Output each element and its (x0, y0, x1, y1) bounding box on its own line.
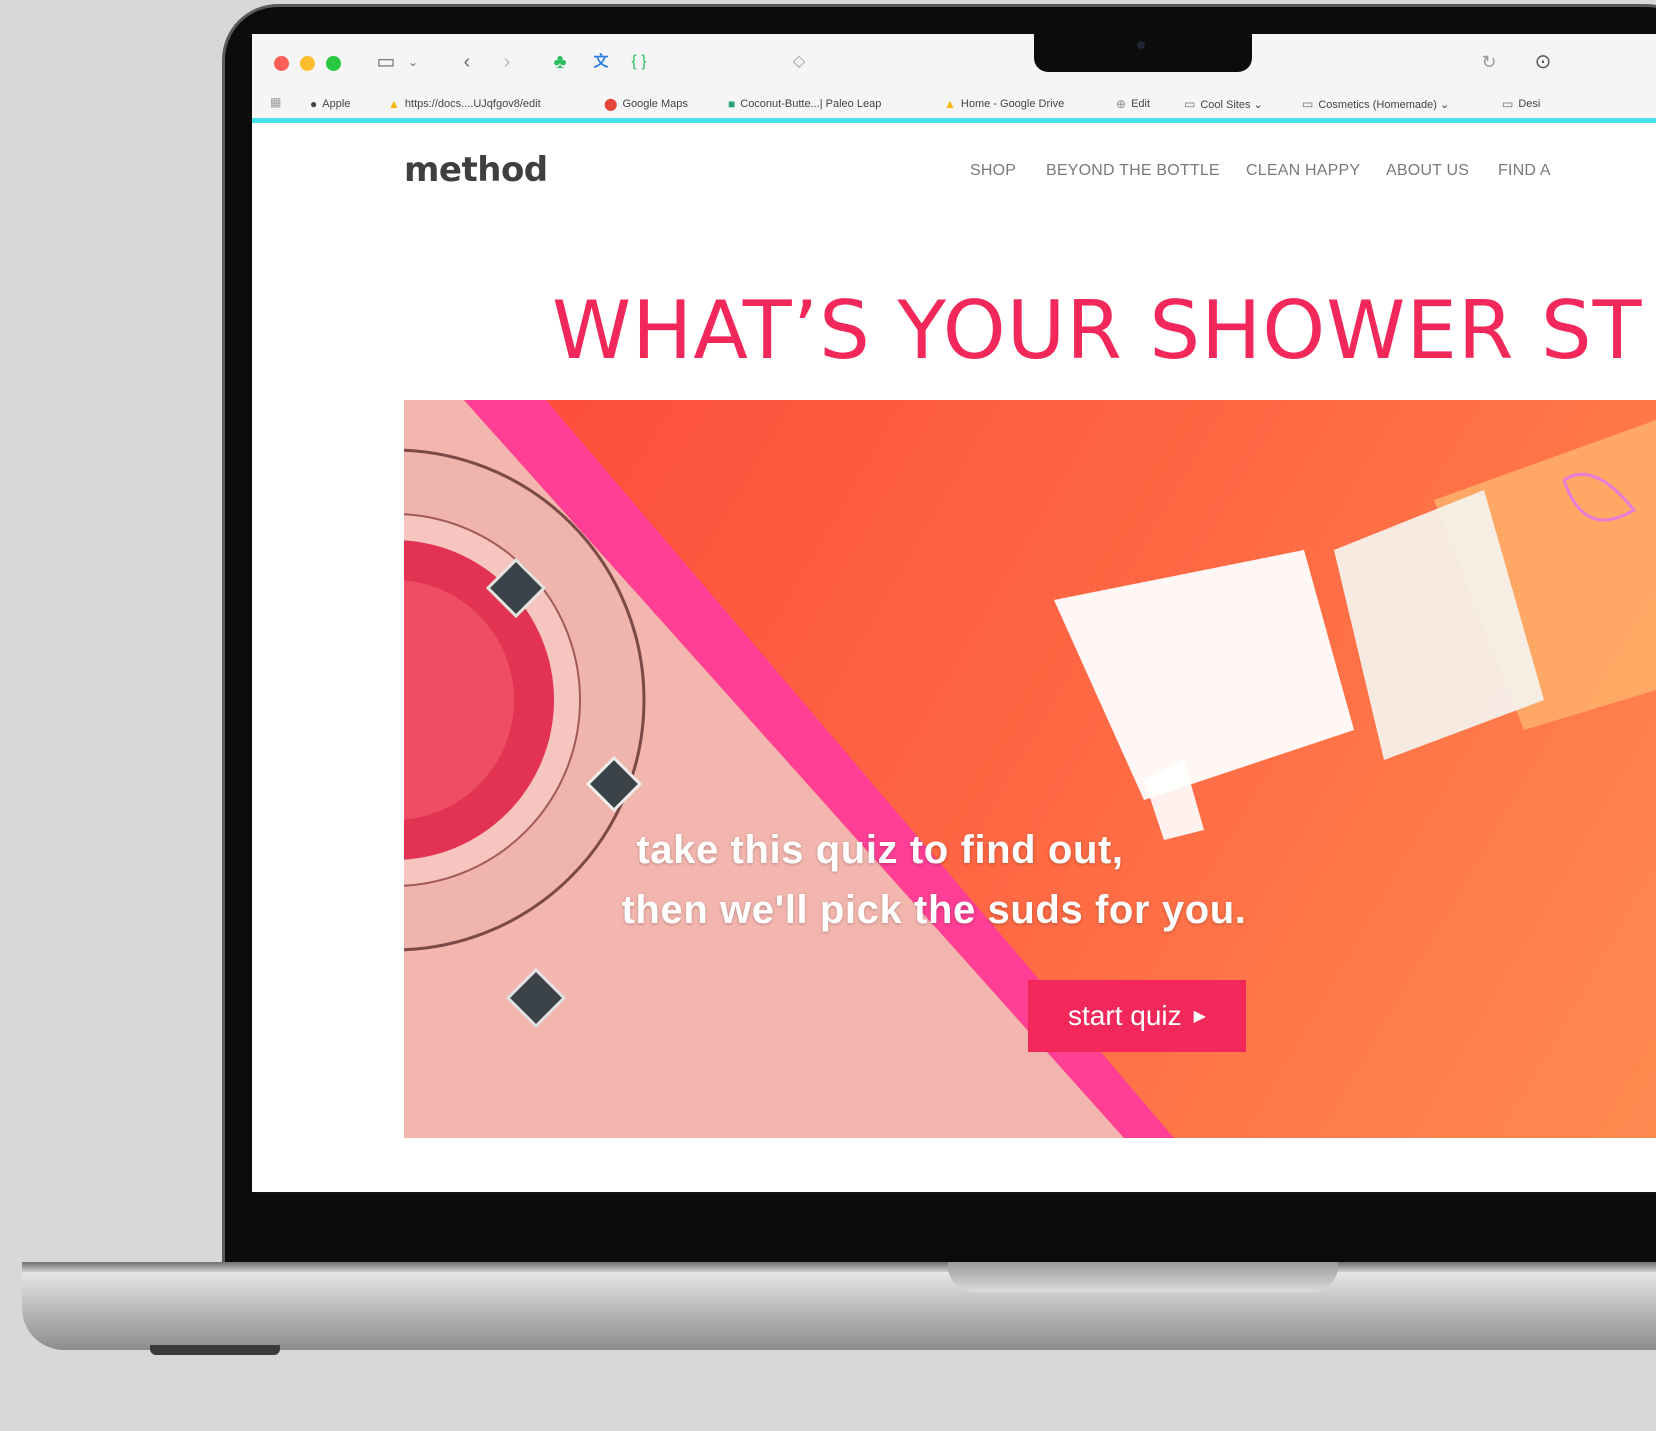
apple-icon: ● (310, 97, 318, 111)
page-headline: WHAT’S YOUR SHOWER ST (552, 284, 1643, 377)
method-logo[interactable]: method (404, 150, 548, 190)
laptop-screen: ▭ ⌄ ‹ › ♣ 文 { } ◇ ↻ ⊙ ▦ ● Apple ▲ https://… (252, 34, 1656, 1194)
globe-icon: ⊕ (1116, 97, 1127, 111)
folder-icon: ▭ (1502, 97, 1514, 111)
hero-tagline-line-2: then we'll pick the suds for you. (621, 888, 1247, 932)
bookmark-folder-cool-sites[interactable]: ▭ Cool Sites ⌄ (1184, 94, 1263, 114)
laptop-foot-left (150, 1345, 280, 1355)
page-accent-line (252, 118, 1656, 123)
nav-about-us[interactable]: ABOUT US (1386, 162, 1469, 180)
start-quiz-button[interactable]: start quiz ▶ (1028, 980, 1246, 1052)
start-quiz-label: start quiz (1068, 1000, 1182, 1031)
play-arrow-icon: ▶ (1193, 1008, 1206, 1025)
close-window-button[interactable] (274, 56, 289, 71)
bookmark-folder-design[interactable]: ▭ Desi (1502, 94, 1540, 114)
hero-tagline-line-1: take this quiz to find out, (636, 828, 1124, 872)
privacy-shield-icon[interactable]: ◇ (788, 49, 810, 75)
back-arrow-icon[interactable]: ‹ (456, 49, 478, 75)
google-drive-icon: ▲ (944, 97, 956, 111)
camera-icon (1137, 41, 1145, 49)
bookmark-paleo-leap[interactable]: ■ Coconut-Butte...| Paleo Leap (728, 94, 881, 114)
google-drive-icon: ▲ (388, 97, 400, 111)
bookmark-edit[interactable]: ⊕ Edit (1116, 94, 1150, 114)
bookmark-google-doc[interactable]: ▲ https://docs....UJqfgov8/edit (388, 94, 541, 114)
nav-beyond-the-bottle[interactable]: BEYOND THE BOTTLE (1046, 162, 1220, 180)
zoom-window-button[interactable] (326, 56, 341, 71)
evernote-extension-icon[interactable]: ♣ (548, 49, 572, 75)
chevron-down-icon[interactable]: ⌄ (406, 49, 420, 75)
bookmark-apple[interactable]: ● Apple (310, 94, 350, 114)
bookmark-google-drive[interactable]: ▲ Home - Google Drive (944, 94, 1064, 114)
bracket-extension-icon[interactable]: { } (626, 49, 652, 75)
nav-shop[interactable]: SHOP (970, 162, 1016, 180)
forward-arrow-icon[interactable]: › (496, 49, 518, 75)
browser-chrome: ▭ ⌄ ‹ › ♣ 文 { } ◇ ↻ ⊙ ▦ ● Apple ▲ https://… (252, 34, 1656, 123)
nav-find[interactable]: FIND A (1498, 162, 1551, 180)
translate-extension-icon[interactable]: 文 (588, 49, 614, 75)
folder-icon: ▭ (1184, 97, 1196, 111)
bookmark-folder-cosmetics[interactable]: ▭ Cosmetics (Homemade) ⌄ (1302, 94, 1449, 114)
sidebar-toggle-icon[interactable]: ▭ (372, 49, 400, 75)
hero-banner: take this quiz to find out, then we'll p… (404, 400, 1656, 1138)
bookmark-google-maps[interactable]: ⬤ Google Maps (604, 94, 688, 114)
folder-icon: ▭ (1302, 97, 1314, 111)
reload-icon[interactable]: ↻ (1478, 49, 1500, 75)
screen-bottom-bezel (252, 1192, 1656, 1194)
paleo-leap-icon: ■ (728, 97, 736, 111)
minimize-window-button[interactable] (300, 56, 315, 71)
laptop-base (22, 1262, 1656, 1350)
google-maps-icon: ⬤ (604, 97, 618, 111)
laptop-base-lip (22, 1262, 1656, 1272)
bookmarks-bar: ▦ ● Apple ▲ https://docs....UJqfgov8/edit … (252, 90, 1656, 120)
camera-notch (1034, 34, 1252, 72)
laptop-thumb-groove (948, 1262, 1338, 1292)
download-icon[interactable]: ⊙ (1530, 49, 1556, 75)
soap-bottle (1054, 420, 1656, 840)
nav-clean-happy[interactable]: CLEAN HAPPY (1246, 162, 1360, 180)
browser-toolbar: ▭ ⌄ ‹ › ♣ 文 { } ◇ ↻ ⊙ (252, 34, 1656, 90)
bookmarks-grid-icon[interactable]: ▦ (270, 95, 284, 109)
